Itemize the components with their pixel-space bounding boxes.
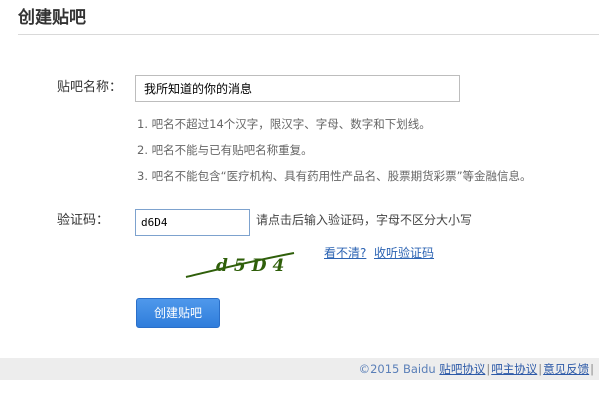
create-tieba-button[interactable]: 创建贴吧	[136, 298, 220, 328]
footer-separator: |	[538, 362, 543, 376]
footer-separator: |	[590, 362, 594, 376]
name-rules-list: 1. 吧名不超过14个汉字，限汉字、字母、数字和下划线。 2. 吧名不能与已有贴…	[137, 118, 532, 196]
captcha-label: 验证码：	[57, 213, 110, 228]
footer-links: ©2015 Baidu 贴吧协议|吧主协议|意见反馈|	[359, 361, 595, 377]
captcha-glyphs: d5D4	[216, 256, 290, 276]
captcha-image[interactable]: d5D4	[182, 241, 302, 281]
name-rule-item: 1. 吧名不超过14个汉字，限汉字、字母、数字和下划线。	[137, 117, 431, 131]
name-rule-item: 3. 吧名不能包含“医疗机构、具有药用性产品名、股票期货彩票”等金融信息。	[137, 169, 532, 183]
tieba-name-label: 贴吧名称：	[57, 80, 123, 95]
tieba-name-input[interactable]	[135, 75, 460, 102]
refresh-captcha-link[interactable]: 看不清?	[324, 245, 366, 261]
page-title: 创建贴吧	[18, 8, 86, 28]
footer-link-owner-agreement[interactable]: 吧主协议	[491, 362, 537, 376]
create-tieba-page: 创建贴吧 贴吧名称： 1. 吧名不超过14个汉字，限汉字、字母、数字和下划线。 …	[0, 0, 599, 400]
captcha-input[interactable]	[135, 209, 250, 236]
listen-captcha-link[interactable]: 收听验证码	[374, 245, 434, 261]
title-divider	[18, 34, 599, 35]
footer-link-feedback[interactable]: 意见反馈	[543, 362, 589, 376]
footer-link-agreement[interactable]: 贴吧协议	[439, 362, 485, 376]
captcha-hint: 请点击后输入验证码，字母不区分大小写	[256, 213, 473, 227]
copyright-text: ©2015 Baidu	[358, 362, 436, 376]
footer-separator: |	[486, 362, 491, 376]
page-footer: ©2015 Baidu 贴吧协议|吧主协议|意见反馈|	[0, 358, 599, 380]
name-rule-item: 2. 吧名不能与已有贴吧名称重复。	[137, 143, 313, 157]
